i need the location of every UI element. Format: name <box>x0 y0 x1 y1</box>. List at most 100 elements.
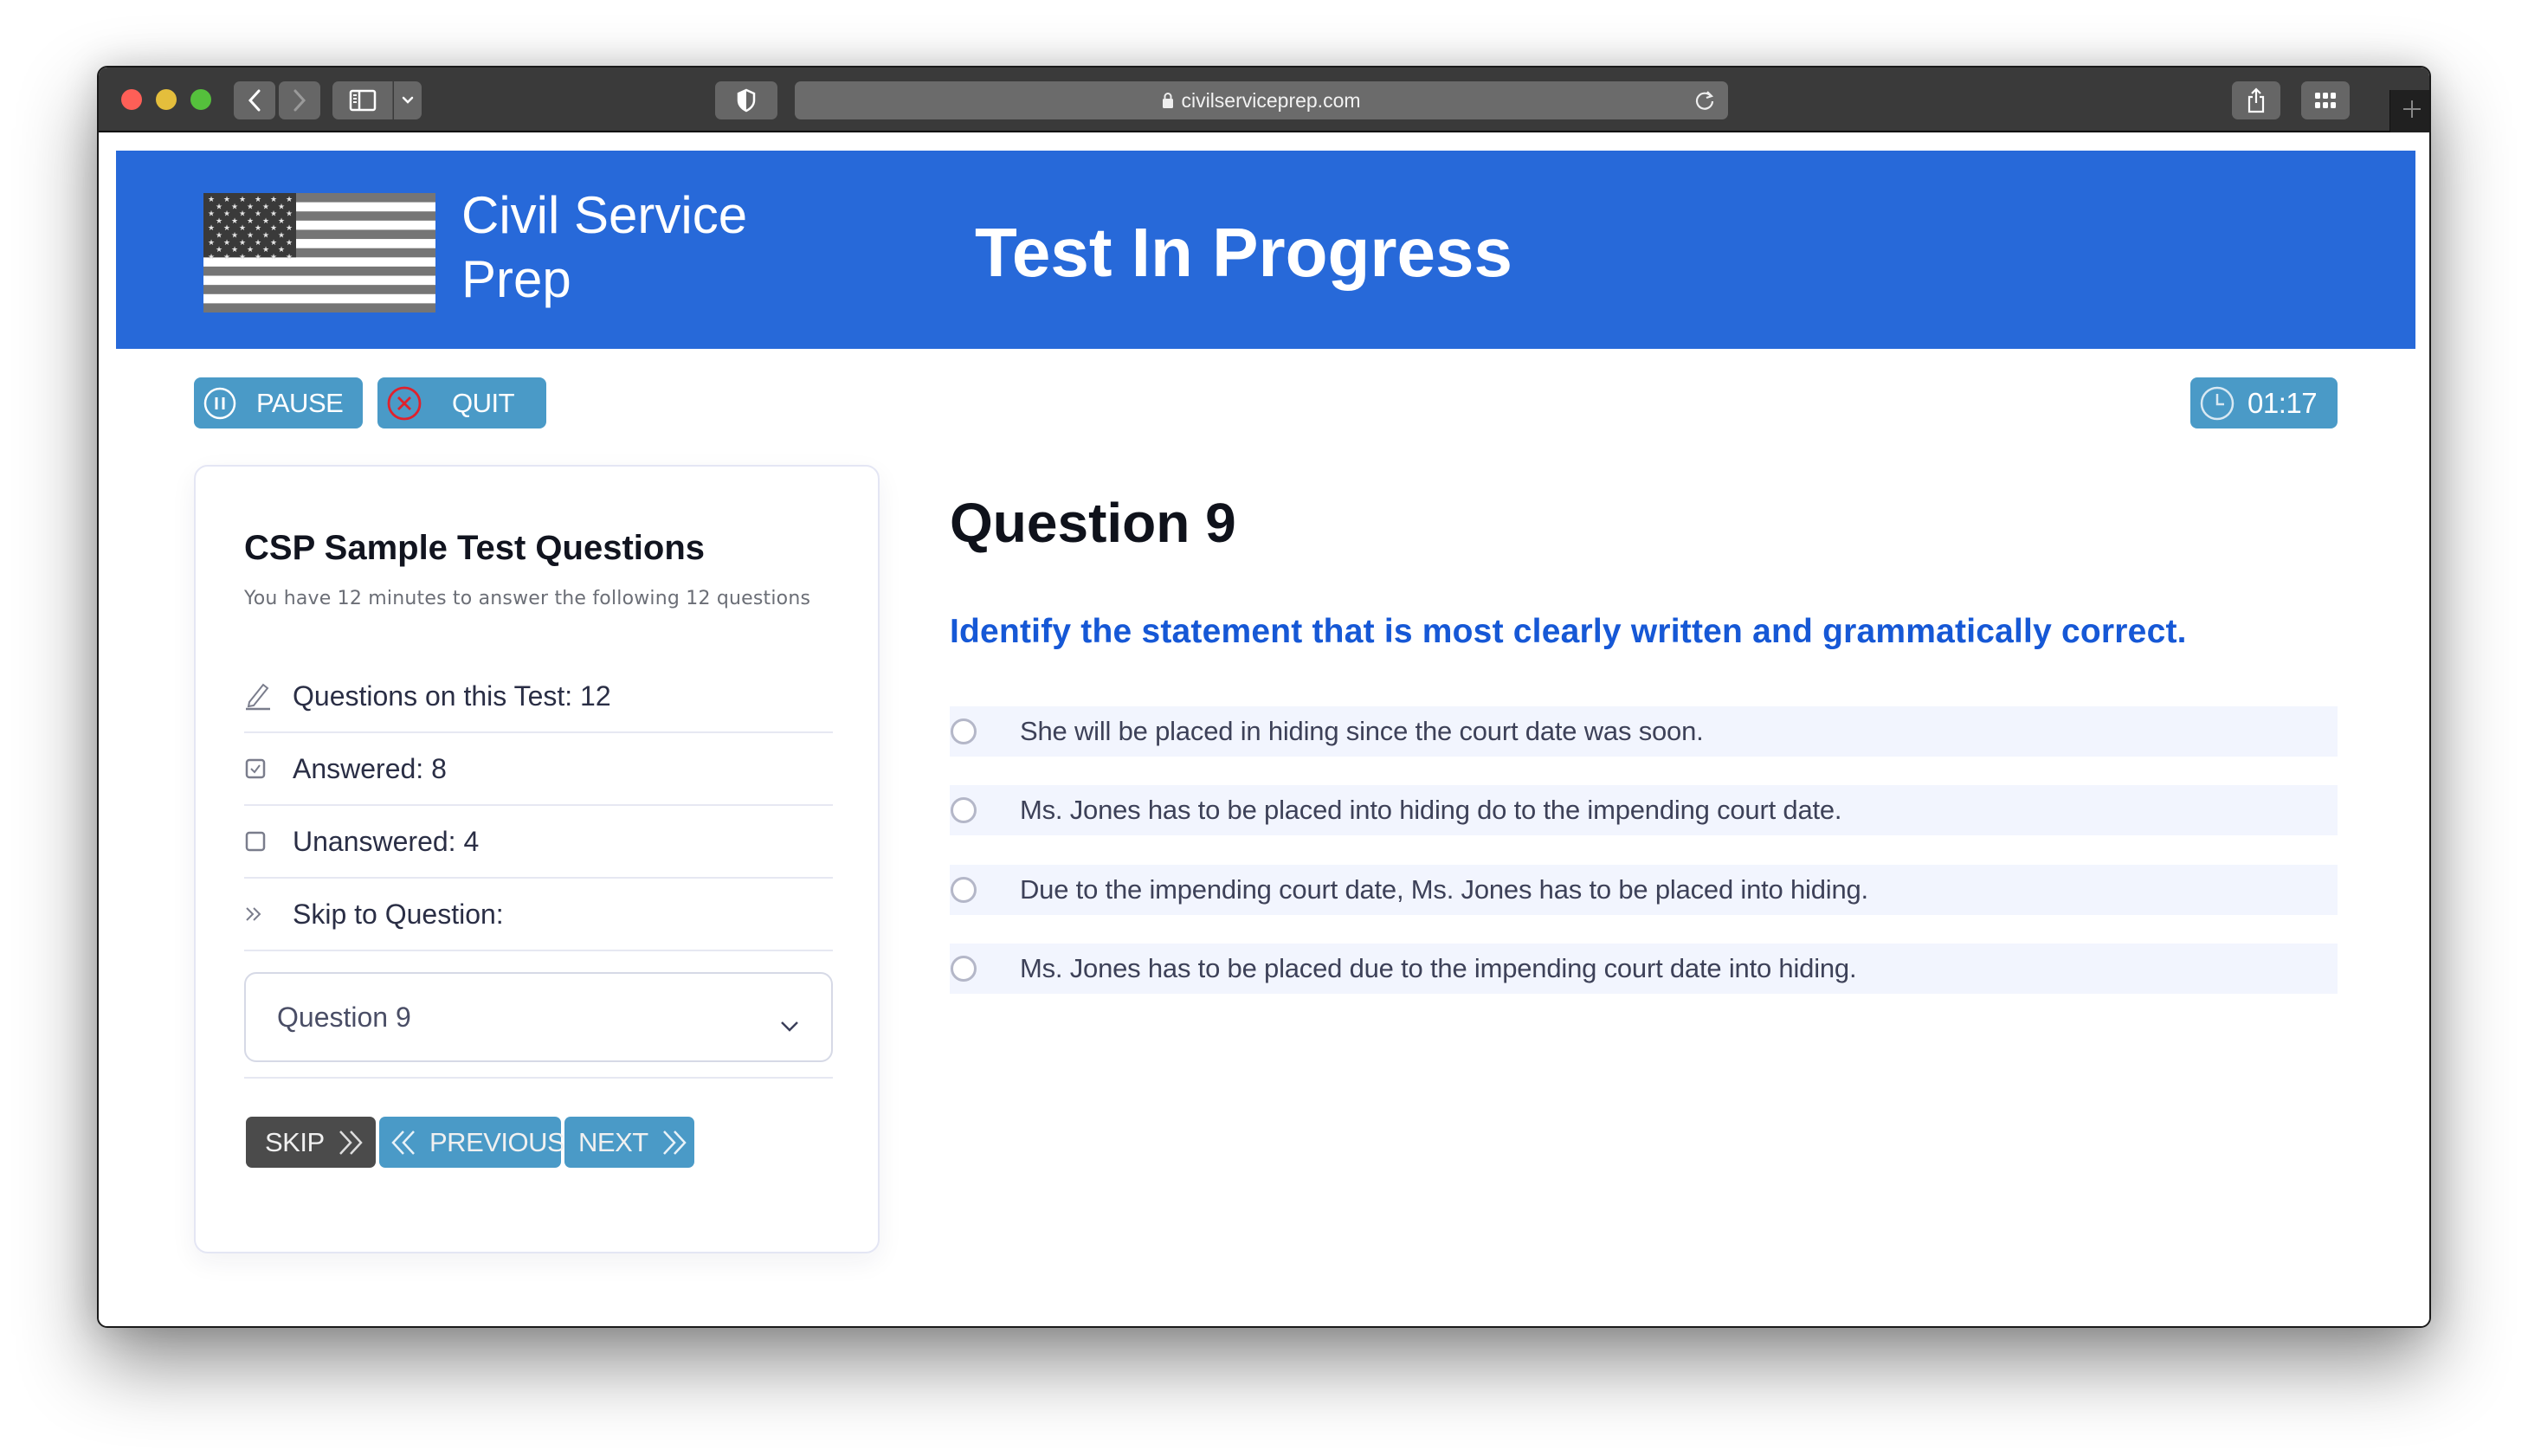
flag-star: ★ <box>239 252 246 261</box>
checked-box-icon <box>244 757 293 780</box>
chevron-down-icon <box>779 1008 800 1040</box>
flag-star: ★ <box>262 231 269 240</box>
flag-star: ★ <box>255 209 261 218</box>
previous-button[interactable]: PREVIOUS <box>379 1117 565 1168</box>
flag-star: ★ <box>231 216 238 225</box>
browser-window: civilserviceprep.com ★ ★ ★ ★ ★ ★ ★ ★ ★ ★ ★ ★ ★ ★ ★ ★ ★ ★ ★… <box>97 66 2431 1328</box>
flag-star: ★ <box>270 223 277 232</box>
flag-stripe <box>203 266 435 277</box>
address-bar[interactable]: civilserviceprep.com <box>795 81 1728 119</box>
flag-star: ★ <box>286 238 293 247</box>
answer-option[interactable]: Ms. Jones has to be placed due to the im… <box>950 944 2338 994</box>
double-chevron-right-icon <box>337 1128 366 1157</box>
flag-star: ★ <box>216 202 222 210</box>
flag-star: ★ <box>231 202 238 210</box>
pause-button[interactable]: PAUSE <box>194 377 363 428</box>
flag-star: ★ <box>223 252 230 261</box>
privacy-report-button[interactable] <box>715 81 777 119</box>
flag-star: ★ <box>286 195 293 203</box>
reload-icon[interactable] <box>1693 89 1716 117</box>
next-button[interactable]: NEXT <box>564 1117 694 1168</box>
flag-star: ★ <box>278 202 285 210</box>
minimize-window-button[interactable] <box>156 89 177 110</box>
sidebar-dropdown-button[interactable] <box>394 81 422 119</box>
browser-toolbar: civilserviceprep.com <box>99 68 2429 132</box>
test-subtitle: You have 12 minutes to answer the follow… <box>244 588 811 609</box>
flag-star: ★ <box>239 195 246 203</box>
flag-star: ★ <box>247 202 254 210</box>
chevron-down-icon <box>402 96 414 105</box>
url-text: civilserviceprep.com <box>1181 88 1361 112</box>
flag-star: ★ <box>231 245 238 254</box>
radio-button[interactable] <box>951 718 977 744</box>
sidebar-toggle-button[interactable] <box>332 81 393 119</box>
flag-star: ★ <box>231 231 238 240</box>
flag-star: ★ <box>239 238 246 247</box>
site-brand[interactable]: Civil Service Prep <box>461 184 747 312</box>
flag-star: ★ <box>286 209 293 218</box>
brand-line-1: Civil Service <box>461 186 748 244</box>
plus-icon <box>2402 99 2422 124</box>
new-tab-button[interactable] <box>2389 90 2429 132</box>
stat-label: Skip to Question: <box>293 898 504 930</box>
skip-to-question-select[interactable]: Question 9 <box>244 972 833 1062</box>
answer-option[interactable]: Due to the impending court date, Ms. Jon… <box>950 865 2338 915</box>
quit-button[interactable]: QUIT <box>377 377 546 428</box>
close-circle-icon <box>386 385 422 422</box>
previous-label: PREVIOUS <box>429 1126 565 1157</box>
flag-star: ★ <box>216 245 222 254</box>
test-title: CSP Sample Test Questions <box>244 529 706 567</box>
brand-line-2: Prep <box>461 250 571 308</box>
double-chevron-left-icon <box>388 1128 417 1157</box>
clock-icon <box>2199 385 2235 422</box>
lock-icon <box>1162 92 1174 109</box>
close-window-button[interactable] <box>121 89 142 110</box>
flag-stripe <box>203 285 435 295</box>
flag-stripe <box>203 293 435 304</box>
flag-star: ★ <box>286 252 293 261</box>
tab-overview-button[interactable] <box>2301 81 2350 119</box>
answer-option[interactable]: Ms. Jones has to be placed into hiding d… <box>950 785 2338 835</box>
flag-star: ★ <box>278 231 285 240</box>
stat-answered: Answered: 8 <box>244 733 833 806</box>
divider <box>244 1077 833 1079</box>
pause-label: PAUSE <box>256 387 344 418</box>
flag-star: ★ <box>208 238 215 247</box>
chevron-right-icon <box>292 88 307 113</box>
forward-button[interactable] <box>279 81 320 119</box>
skip-label: SKIP <box>265 1126 325 1157</box>
next-label: NEXT <box>578 1126 648 1157</box>
sidebar-icon <box>349 89 377 112</box>
answer-option[interactable]: She will be placed in hiding since the c… <box>950 706 2338 757</box>
stat-unanswered: Unanswered: 4 <box>244 806 833 879</box>
stat-label: Unanswered: 4 <box>293 825 480 857</box>
share-icon <box>2247 87 2266 113</box>
pause-icon <box>203 386 237 421</box>
quit-label: QUIT <box>452 387 515 418</box>
answer-text: She will be placed in hiding since the c… <box>1020 716 1704 746</box>
grid-icon <box>2314 92 2337 109</box>
select-value: Question 9 <box>277 1001 411 1033</box>
share-button[interactable] <box>2232 81 2280 119</box>
radio-button[interactable] <box>951 877 977 903</box>
zoom-window-button[interactable] <box>190 89 211 110</box>
flag-star: ★ <box>255 238 261 247</box>
flag-star: ★ <box>262 216 269 225</box>
skip-button[interactable]: SKIP <box>246 1117 376 1168</box>
radio-button[interactable] <box>951 956 977 982</box>
radio-button[interactable] <box>951 797 977 823</box>
stat-questions-total: Questions on this Test: 12 <box>244 660 833 733</box>
flag-star: ★ <box>208 195 215 203</box>
double-chevron-right-icon <box>661 1128 690 1157</box>
stat-skip-to: Skip to Question: <box>244 879 833 951</box>
chevron-left-icon <box>247 88 262 113</box>
flag-star: ★ <box>216 231 222 240</box>
flag-star: ★ <box>270 252 277 261</box>
empty-box-icon <box>244 830 293 853</box>
site-header: ★ ★ ★ ★ ★ ★ ★ ★ ★ ★ ★ ★ ★ ★ ★ ★ ★ ★ ★ ★ ★ ★ ★ ★ ★ ★ ★ ★ ★ ★ ★ ★ ★ ★ ★ ★ ★ ★ ★ ★… <box>116 151 2415 349</box>
back-button[interactable] <box>234 81 275 119</box>
answer-text: Ms. Jones has to be placed into hiding d… <box>1020 795 1842 825</box>
flag-star: ★ <box>278 245 285 254</box>
question-title: Question 9 <box>950 492 1236 554</box>
flag-star: ★ <box>270 209 277 218</box>
